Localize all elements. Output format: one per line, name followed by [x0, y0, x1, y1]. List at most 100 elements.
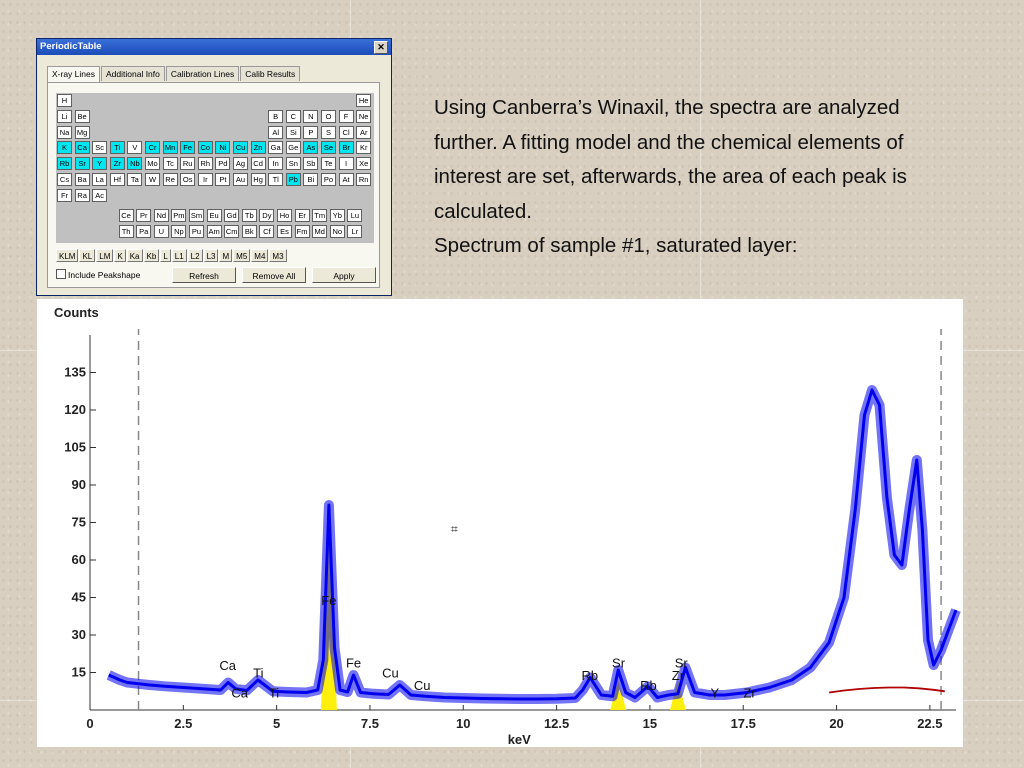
element-cl[interactable]: Cl — [338, 125, 354, 139]
element-y[interactable]: Y — [92, 157, 108, 171]
element-es[interactable]: Es — [277, 225, 292, 239]
element-n[interactable]: N — [303, 109, 319, 123]
element-sc[interactable]: Sc — [92, 141, 108, 155]
element-mo[interactable]: Mo — [145, 157, 160, 171]
element-cu[interactable]: Cu — [233, 141, 248, 155]
element-zr[interactable]: Zr — [109, 157, 125, 171]
element-se[interactable]: Se — [321, 141, 336, 155]
element-tm[interactable]: Tm — [312, 209, 328, 223]
element-sn[interactable]: Sn — [285, 157, 301, 171]
line-button-lm[interactable]: LM — [96, 249, 114, 262]
element-pa[interactable]: Pa — [136, 225, 152, 239]
element-hg[interactable]: Hg — [250, 173, 266, 186]
element-re[interactable]: Re — [162, 173, 178, 186]
element-fr[interactable]: Fr — [57, 188, 72, 202]
apply-button[interactable]: Apply — [312, 267, 376, 283]
tab-x-ray-lines[interactable]: X-ray Lines — [47, 66, 100, 83]
element-pu[interactable]: Pu — [189, 225, 204, 239]
element-cm[interactable]: Cm — [224, 225, 240, 239]
element-yb[interactable]: Yb — [329, 209, 345, 223]
element-kr[interactable]: Kr — [356, 141, 372, 155]
line-button-l3[interactable]: L3 — [203, 249, 219, 262]
element-as[interactable]: As — [303, 141, 319, 155]
element-ne[interactable]: Ne — [356, 109, 372, 123]
element-cr[interactable]: Cr — [145, 141, 160, 155]
element-mg[interactable]: Mg — [74, 125, 90, 139]
element-be[interactable]: Be — [74, 109, 90, 123]
element-tb[interactable]: Tb — [241, 209, 257, 223]
element-rb[interactable]: Rb — [57, 157, 72, 171]
element-lu[interactable]: Lu — [347, 209, 363, 223]
line-button-m4[interactable]: M4 — [251, 249, 269, 262]
element-at[interactable]: At — [338, 173, 354, 186]
element-ti[interactable]: Ti — [109, 141, 125, 155]
element-f[interactable]: F — [338, 109, 354, 123]
element-pd[interactable]: Pd — [215, 157, 231, 171]
element-mn[interactable]: Mn — [162, 141, 178, 155]
element-ga[interactable]: Ga — [268, 141, 284, 155]
element-ru[interactable]: Ru — [180, 157, 196, 171]
line-button-m5[interactable]: M5 — [233, 249, 251, 262]
line-button-ka[interactable]: Ka — [126, 249, 143, 262]
element-np[interactable]: Np — [171, 225, 187, 239]
element-bk[interactable]: Bk — [241, 225, 257, 239]
element-eu[interactable]: Eu — [206, 209, 222, 223]
element-cd[interactable]: Cd — [250, 157, 266, 171]
close-icon[interactable]: ✕ — [374, 41, 388, 54]
element-xe[interactable]: Xe — [356, 157, 372, 171]
element-au[interactable]: Au — [233, 173, 248, 186]
element-th[interactable]: Th — [118, 225, 134, 239]
element-o[interactable]: O — [321, 109, 336, 123]
element-ir[interactable]: Ir — [197, 173, 213, 186]
element-ba[interactable]: Ba — [74, 173, 90, 186]
element-li[interactable]: Li — [57, 109, 72, 123]
line-button-l[interactable]: L — [160, 249, 171, 262]
element-tl[interactable]: Tl — [268, 173, 284, 186]
element-md[interactable]: Md — [312, 225, 328, 239]
element-w[interactable]: W — [145, 173, 160, 186]
element-ra[interactable]: Ra — [74, 188, 90, 202]
element-fm[interactable]: Fm — [294, 225, 310, 239]
line-button-kl[interactable]: KL — [79, 249, 96, 262]
element-si[interactable]: Si — [285, 125, 301, 139]
element-h[interactable]: H — [57, 94, 72, 107]
element-nd[interactable]: Nd — [153, 209, 169, 223]
element-ag[interactable]: Ag — [233, 157, 248, 171]
line-button-l1[interactable]: L1 — [171, 249, 187, 262]
element-pm[interactable]: Pm — [171, 209, 187, 223]
element-ca[interactable]: Ca — [74, 141, 90, 155]
element-na[interactable]: Na — [57, 125, 72, 139]
element-la[interactable]: La — [92, 173, 108, 186]
element-ar[interactable]: Ar — [356, 125, 372, 139]
element-ni[interactable]: Ni — [215, 141, 231, 155]
element-os[interactable]: Os — [180, 173, 196, 186]
line-button-m3[interactable]: M3 — [269, 249, 287, 262]
element-rh[interactable]: Rh — [197, 157, 213, 171]
element-s[interactable]: S — [321, 125, 336, 139]
tab-calib-results[interactable]: Calib Results — [240, 66, 301, 81]
tab-additional-info[interactable]: Additional Info — [101, 66, 165, 81]
element-in[interactable]: In — [268, 157, 284, 171]
line-button-kb[interactable]: Kb — [143, 249, 160, 262]
element-am[interactable]: Am — [206, 225, 222, 239]
element-no[interactable]: No — [329, 225, 345, 239]
element-lr[interactable]: Lr — [347, 225, 363, 239]
element-u[interactable]: U — [153, 225, 169, 239]
tab-calibration-lines[interactable]: Calibration Lines — [165, 66, 240, 81]
element-pr[interactable]: Pr — [136, 209, 152, 223]
element-rn[interactable]: Rn — [356, 173, 372, 186]
element-k[interactable]: K — [57, 141, 72, 155]
element-sr[interactable]: Sr — [74, 157, 90, 171]
line-button-k[interactable]: K — [114, 249, 126, 262]
line-button-l2[interactable]: L2 — [187, 249, 203, 262]
element-i[interactable]: I — [338, 157, 354, 171]
element-ta[interactable]: Ta — [127, 173, 143, 186]
element-dy[interactable]: Dy — [259, 209, 275, 223]
element-ge[interactable]: Ge — [285, 141, 301, 155]
window-titlebar[interactable]: PeriodicTable ✕ — [37, 39, 391, 55]
element-te[interactable]: Te — [321, 157, 336, 171]
element-ho[interactable]: Ho — [277, 209, 292, 223]
element-po[interactable]: Po — [321, 173, 336, 186]
element-nb[interactable]: Nb — [127, 157, 143, 171]
element-c[interactable]: C — [285, 109, 301, 123]
